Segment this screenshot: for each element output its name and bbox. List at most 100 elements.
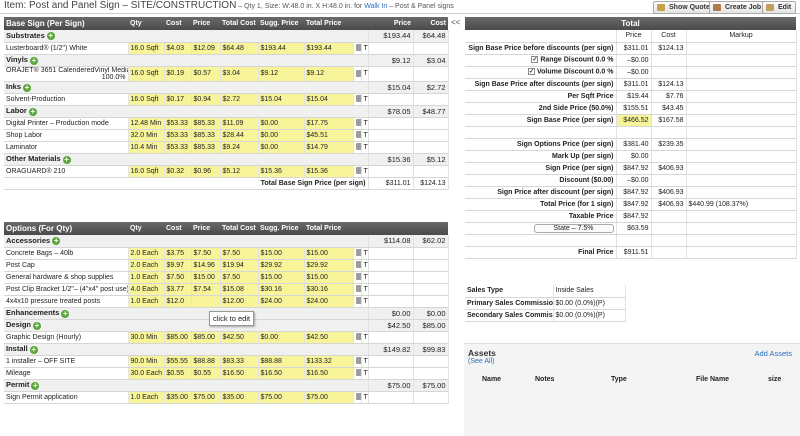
line-item-value[interactable]: 1.0 Each: [128, 271, 165, 284]
line-item-value[interactable]: $0.57: [191, 66, 221, 82]
add-assets-link[interactable]: Add Assets: [754, 349, 792, 358]
line-item-value[interactable]: $85.33: [191, 117, 221, 130]
line-item-value[interactable]: $7.50: [164, 271, 192, 284]
secondary-commission-value[interactable]: $0.00 (0.0%)(P): [553, 309, 626, 322]
line-item-value[interactable]: $16.50: [258, 367, 305, 380]
line-item-value[interactable]: $7.50: [220, 271, 259, 284]
line-item-value[interactable]: $53.33: [164, 129, 192, 142]
line-item-value[interactable]: $53.33: [164, 141, 192, 154]
line-item-value[interactable]: $133.32: [304, 355, 354, 368]
line-item-value[interactable]: $28.44: [220, 129, 259, 142]
line-item-value[interactable]: $35.00: [220, 391, 259, 404]
line-item-value[interactable]: $0.00: [258, 117, 305, 130]
line-item-value[interactable]: $15.00: [258, 271, 305, 284]
trash-icon[interactable]: [355, 261, 360, 269]
line-item-value[interactable]: $88.88: [258, 355, 305, 368]
line-item-value[interactable]: $15.04: [304, 93, 354, 106]
line-item-value[interactable]: $0.55: [164, 367, 192, 380]
line-item-value[interactable]: $0.00: [258, 141, 305, 154]
line-item-value[interactable]: 1.0 Each: [128, 391, 165, 404]
line-item-value[interactable]: $15.00: [304, 271, 354, 284]
line-item-value[interactable]: $9.97: [164, 259, 192, 272]
line-item-value[interactable]: 12.48 Min: [128, 117, 165, 130]
line-item-value[interactable]: $29.92: [304, 259, 354, 272]
line-item-value[interactable]: 2.0 Each: [128, 259, 165, 272]
add-icon[interactable]: +: [61, 309, 70, 318]
trash-icon[interactable]: [355, 167, 360, 175]
line-item-value[interactable]: $0.94: [191, 93, 221, 106]
checkbox-icon[interactable]: ✓: [531, 56, 539, 64]
line-item-value[interactable]: $16.50: [220, 367, 259, 380]
line-item-value[interactable]: $11.09: [220, 117, 259, 130]
line-item-value[interactable]: $12.09: [191, 42, 221, 55]
line-item-value[interactable]: $7.50: [220, 247, 259, 260]
trash-icon[interactable]: [355, 369, 360, 377]
line-item-value[interactable]: $14.79: [304, 141, 354, 154]
line-item-value[interactable]: $7.54: [191, 283, 221, 296]
line-item-value[interactable]: $12.00: [220, 295, 259, 308]
line-item-value[interactable]: $15.00: [258, 247, 305, 260]
trash-icon[interactable]: [355, 393, 360, 401]
line-item-value[interactable]: $17.75: [304, 117, 354, 130]
line-item-value[interactable]: $12.0: [164, 295, 192, 308]
add-icon[interactable]: +: [29, 56, 38, 65]
line-item-value[interactable]: 2.0 Each: [128, 247, 165, 260]
add-icon[interactable]: +: [31, 381, 40, 390]
trash-icon[interactable]: [355, 143, 360, 151]
line-item-value[interactable]: $75.00: [304, 391, 354, 404]
line-item-value[interactable]: $55.55: [164, 355, 192, 368]
line-item-value[interactable]: 10.4 Min: [128, 141, 165, 154]
line-item-value[interactable]: $53.33: [164, 117, 192, 130]
line-item-value[interactable]: $0.00: [258, 129, 305, 142]
trash-icon[interactable]: [355, 249, 360, 257]
line-item-value[interactable]: 16.0 Sqft: [128, 66, 165, 82]
line-item-value[interactable]: 32.0 Min: [128, 129, 165, 142]
line-item-value[interactable]: $15.00: [191, 271, 221, 284]
line-item-value[interactable]: $85.33: [191, 141, 221, 154]
line-item-value[interactable]: $15.00: [304, 247, 354, 260]
line-item-value[interactable]: $193.44: [258, 42, 305, 55]
line-item-value[interactable]: $15.36: [304, 165, 354, 178]
line-item-value[interactable]: $42.50: [220, 331, 259, 344]
trash-icon[interactable]: [355, 44, 360, 52]
line-item-value[interactable]: $0.55: [191, 367, 221, 380]
trash-icon[interactable]: [355, 69, 360, 77]
trash-icon[interactable]: [355, 333, 360, 341]
line-item-value[interactable]: $0.17: [164, 93, 192, 106]
line-item-value[interactable]: 4.0 Each: [128, 283, 165, 296]
line-item-value[interactable]: 30.0 Each: [128, 367, 165, 380]
trash-icon[interactable]: [355, 273, 360, 281]
line-item-value[interactable]: $24.00: [258, 295, 305, 308]
line-item-value[interactable]: $9.24: [220, 141, 259, 154]
trash-icon[interactable]: [355, 131, 360, 139]
line-item-value[interactable]: $42.50: [304, 331, 354, 344]
line-item-value[interactable]: $4.03: [164, 42, 192, 55]
trash-icon[interactable]: [355, 357, 360, 365]
line-item-value[interactable]: 30.0 Min: [128, 331, 165, 344]
line-item-value[interactable]: $75.00: [258, 391, 305, 404]
see-all-assets-link[interactable]: (See All): [468, 358, 494, 365]
add-icon[interactable]: +: [33, 321, 42, 330]
line-item-value[interactable]: $15.04: [258, 93, 305, 106]
edit-button[interactable]: Edit: [762, 1, 797, 14]
tax-rate-select[interactable]: State – 7.5%: [533, 223, 614, 233]
create-job-button[interactable]: Create Job: [709, 1, 767, 14]
primary-commission-value[interactable]: $0.00 (0.0%)(P): [553, 297, 626, 310]
line-item-value[interactable]: $45.51: [304, 129, 354, 142]
line-item-value[interactable]: [191, 295, 221, 308]
line-item-value[interactable]: 1.0 Each: [128, 295, 165, 308]
line-item-value[interactable]: $15.08: [220, 283, 259, 296]
line-item-value[interactable]: $85.00: [191, 331, 221, 344]
line-item-value[interactable]: $3.04: [220, 66, 259, 82]
line-item-value[interactable]: 16.0 Sqft: [128, 93, 165, 106]
trash-icon[interactable]: [355, 297, 360, 305]
line-item-value[interactable]: $35.00: [164, 391, 192, 404]
collapse-panel-toggle[interactable]: <<: [451, 18, 460, 27]
add-icon[interactable]: +: [23, 83, 32, 92]
add-icon[interactable]: +: [29, 345, 38, 354]
line-item-value[interactable]: $9.12: [258, 66, 305, 82]
line-item-value[interactable]: $0.96: [191, 165, 221, 178]
line-item-value[interactable]: $30.16: [304, 283, 354, 296]
line-item-value[interactable]: $0.19: [164, 66, 192, 82]
line-item-value[interactable]: $24.00: [304, 295, 354, 308]
